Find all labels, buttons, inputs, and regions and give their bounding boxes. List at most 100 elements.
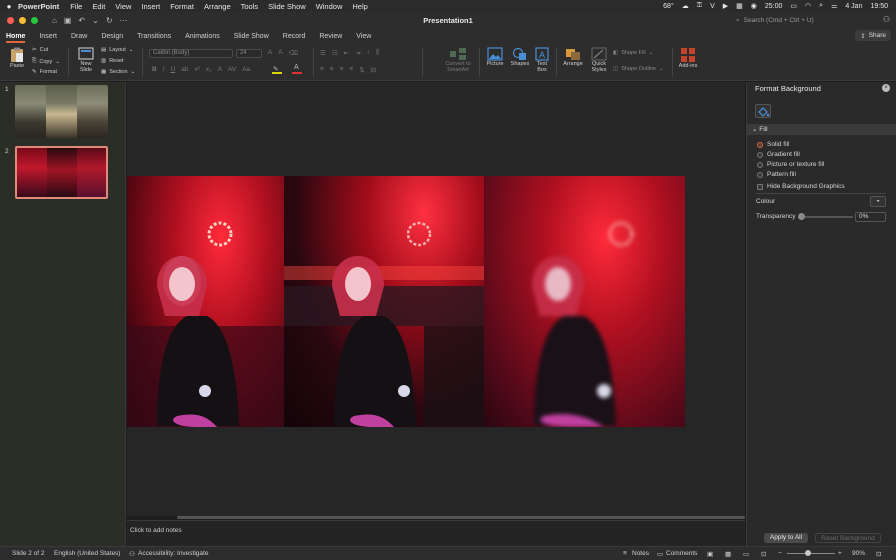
change-case-icon[interactable]: Aa <box>242 66 250 73</box>
cut-button[interactable]: ✂ Cut <box>32 47 48 53</box>
menu-app-name[interactable]: PowerPoint <box>18 2 59 11</box>
bullets-icon[interactable]: ☰ <box>320 49 326 57</box>
apple-icon[interactable]: ● <box>0 2 18 11</box>
menu-tools[interactable]: Tools <box>241 2 259 11</box>
reading-view-icon[interactable]: ▭ <box>743 550 749 558</box>
text-direction-icon[interactable]: ⇅ <box>359 66 364 74</box>
align-right-icon[interactable]: ≡ <box>340 66 344 74</box>
photo-middle[interactable] <box>284 176 484 427</box>
control-center-icon[interactable]: ⚌ <box>831 2 837 10</box>
slide-sorter-icon[interactable]: ▦ <box>725 550 731 558</box>
slide-content[interactable] <box>127 176 685 427</box>
superscript-icon[interactable]: x² <box>194 66 199 73</box>
save-icon[interactable]: ▣ <box>64 16 72 25</box>
transparency-slider-thumb[interactable] <box>798 213 805 220</box>
redo-icon[interactable]: ↻ <box>106 16 113 25</box>
hide-background-graphics-checkbox[interactable]: Hide Background Graphics <box>757 183 845 190</box>
font-color-icon[interactable]: A <box>292 64 302 74</box>
transparency-input[interactable]: 0% <box>855 212 886 222</box>
language-indicator[interactable]: English (United States) <box>54 550 120 557</box>
quick-styles-button[interactable]: Quick Styles <box>588 47 610 73</box>
home-icon[interactable]: ⌂ <box>52 16 57 25</box>
menu-help[interactable]: Help <box>352 2 367 11</box>
tab-draw[interactable]: Draw <box>71 33 87 43</box>
solid-fill-option[interactable]: Solid fill <box>757 141 789 148</box>
italic-icon[interactable]: I <box>163 66 165 73</box>
text-box-button[interactable]: A Text Box <box>532 47 552 73</box>
shape-outline-button[interactable]: ◫ Shape Outline ⌄ <box>613 66 664 72</box>
search-box[interactable]: ⌕ Search (Cmd + Ctrl + U) <box>736 15 876 26</box>
apply-to-all-button[interactable]: Apply to All <box>764 533 808 543</box>
clear-format-icon[interactable]: ⌫ <box>289 49 298 57</box>
tab-review[interactable]: Review <box>319 33 342 43</box>
new-slide-button[interactable]: New Slide <box>74 47 98 73</box>
zoom-slider[interactable] <box>787 553 835 554</box>
timer-icon[interactable]: ◉ <box>751 2 757 10</box>
menu-edit[interactable]: Edit <box>92 2 105 11</box>
notes-area[interactable]: Click to add notes <box>127 520 745 546</box>
battery-icon[interactable]: ▭ <box>790 2 797 10</box>
menu-file[interactable]: File <box>70 2 82 11</box>
zoom-in-icon[interactable]: + <box>838 550 842 557</box>
char-spacing-icon[interactable]: AV <box>228 66 236 73</box>
notes-button[interactable]: Notes <box>632 550 649 557</box>
tab-insert[interactable]: Insert <box>39 33 57 43</box>
addins-button[interactable]: Add-ins <box>676 47 700 69</box>
accessibility-icon[interactable]: ⚇ <box>129 550 135 558</box>
numbering-icon[interactable]: ☷ <box>332 49 338 57</box>
tab-view[interactable]: View <box>356 33 371 43</box>
photo-right-blurred[interactable] <box>484 176 685 427</box>
grid-icon[interactable]: ▦ <box>736 2 743 10</box>
date-display[interactable]: 4 Jan <box>845 3 862 10</box>
menu-view[interactable]: View <box>115 2 131 11</box>
pattern-fill-option[interactable]: Pattern fill <box>757 171 796 178</box>
close-window-button[interactable] <box>7 16 14 24</box>
fill-section-header[interactable]: ⌄ Fill <box>747 124 896 135</box>
wifi-icon[interactable]: ◠ <box>805 2 811 10</box>
colour-picker-button[interactable]: ◒ <box>870 196 886 207</box>
align-center-icon[interactable]: ≡ <box>330 66 334 74</box>
menu-window[interactable]: Window <box>316 2 343 11</box>
tab-slide-show[interactable]: Slide Show <box>234 33 269 43</box>
decrease-indent-icon[interactable]: ⇤ <box>344 49 349 57</box>
shapes-button[interactable]: Shapes <box>509 47 531 67</box>
reset-button[interactable]: ▥ Reset <box>101 58 124 64</box>
tab-animations[interactable]: Animations <box>185 33 220 43</box>
tab-design[interactable]: Design <box>101 33 123 43</box>
gradient-fill-option[interactable]: Gradient fill <box>757 151 800 158</box>
bold-icon[interactable]: B <box>152 66 157 73</box>
search-icon[interactable]: ⌕ <box>819 2 823 10</box>
strikethrough-icon[interactable]: ab <box>181 66 188 73</box>
minimize-window-button[interactable] <box>19 16 26 24</box>
paste-button[interactable]: Paste <box>6 47 28 69</box>
increase-font-icon[interactable]: A <box>268 49 272 57</box>
time-display[interactable]: 19:50 <box>870 3 888 10</box>
tab-home[interactable]: Home <box>6 33 26 43</box>
comments-button[interactable]: Comments <box>666 550 697 557</box>
picture-fill-option[interactable]: Picture or texture fill <box>757 161 824 168</box>
font-name-select[interactable]: Calibri (Body) <box>149 49 233 58</box>
font-size-select[interactable]: 24 <box>236 49 262 58</box>
slide-thumbnail-1[interactable] <box>15 85 108 138</box>
people-icon[interactable]: ⚇ <box>883 15 890 24</box>
vpn-letter[interactable]: V <box>710 3 715 10</box>
menu-format[interactable]: Format <box>170 2 194 11</box>
cloud-icon[interactable]: ☁ <box>682 2 689 10</box>
slide-thumbnail-2[interactable] <box>15 146 108 199</box>
layout-button[interactable]: ▤ Layout ⌄ <box>101 47 133 53</box>
fit-slide-icon[interactable]: ⊡ <box>876 550 881 558</box>
increase-indent-icon[interactable]: ⇥ <box>355 49 360 57</box>
horizontal-scrollbar[interactable] <box>177 516 745 519</box>
section-button[interactable]: ▦ Section ⌄ <box>101 69 135 75</box>
zoom-out-icon[interactable]: − <box>778 550 782 557</box>
align-text-icon[interactable]: ⊟ <box>371 66 376 74</box>
arrange-button[interactable]: Arrange <box>561 47 585 67</box>
menu-slide-show[interactable]: Slide Show <box>268 2 306 11</box>
copy-button[interactable]: ⎘ Copy ⌄ <box>32 58 60 65</box>
zoom-level[interactable]: 90% <box>852 550 865 557</box>
format-painter-button[interactable]: ✎ Format <box>32 69 57 75</box>
line-spacing-icon[interactable]: ↕ <box>367 49 370 57</box>
highlight-icon[interactable]: ✎ <box>272 65 282 74</box>
play-icon[interactable]: ▶ <box>723 2 728 10</box>
align-left-icon[interactable]: ≡ <box>320 66 324 74</box>
